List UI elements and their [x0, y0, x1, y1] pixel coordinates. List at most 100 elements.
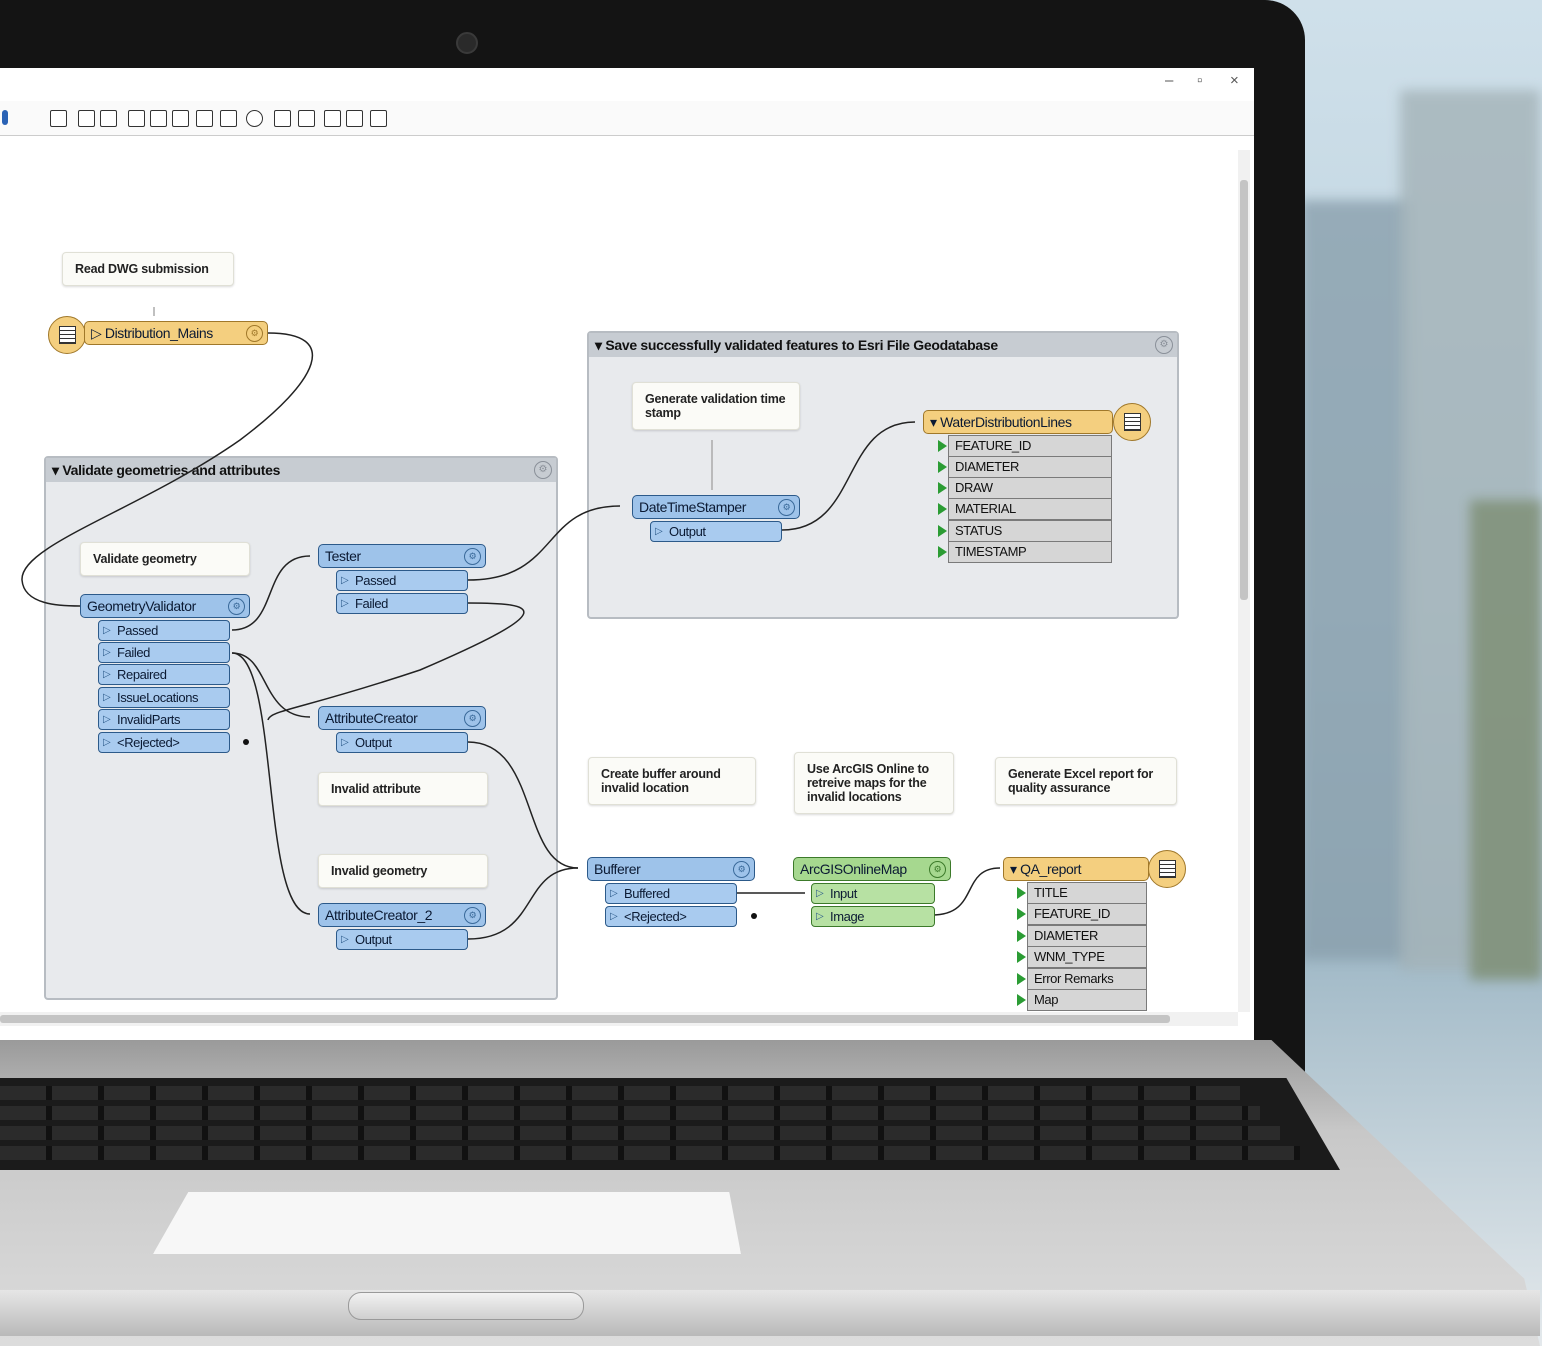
output-port[interactable]: <Rejected> — [98, 732, 230, 753]
gear-icon[interactable]: ⚙ — [778, 499, 795, 516]
gear-icon[interactable]: ⚙ — [464, 710, 481, 727]
minimize-button[interactable]: – — [1165, 72, 1173, 89]
close-button[interactable]: × — [1230, 72, 1239, 89]
writer-attribute[interactable]: FEATURE_ID — [1027, 903, 1147, 925]
horizontal-scrollbar[interactable] — [0, 1012, 1238, 1026]
keyboard — [0, 1078, 1340, 1170]
annotation[interactable]: Invalid attribute — [318, 772, 488, 806]
attribute-input-icon — [938, 503, 947, 515]
transformer-attributecreator-2[interactable]: AttributeCreator_2 ⚙ — [318, 903, 486, 927]
run-icon[interactable] — [2, 110, 8, 125]
writer-qa-report[interactable]: ▾ QA_report — [1003, 857, 1149, 881]
transformer-datetimestamper[interactable]: DateTimeStamper ⚙ — [632, 495, 800, 519]
output-port[interactable]: Output — [336, 929, 468, 950]
attribute-input-icon — [938, 440, 947, 452]
gear-icon[interactable]: ⚙ — [246, 325, 263, 342]
toolbar-tool-icon[interactable] — [78, 110, 95, 127]
gear-icon[interactable]: ⚙ — [929, 861, 946, 878]
gear-icon[interactable]: ⚙ — [228, 598, 245, 615]
attribute-input-icon — [1017, 930, 1026, 942]
toolbar-tool-icon[interactable] — [246, 110, 263, 127]
output-port[interactable]: Repaired — [98, 664, 230, 685]
lid-notch — [348, 1292, 584, 1320]
writer-attribute[interactable]: DIAMETER — [1027, 925, 1147, 947]
transformer-bufferer[interactable]: Bufferer ⚙ — [587, 857, 755, 881]
connection-line[interactable] — [781, 421, 916, 531]
gear-icon[interactable]: ⚙ — [464, 907, 481, 924]
writer-attribute[interactable]: Map — [1027, 989, 1147, 1011]
output-port[interactable]: <Rejected> — [605, 906, 737, 927]
background-building — [1300, 200, 1410, 960]
output-port[interactable]: Failed — [336, 593, 468, 614]
toolbar-tool-icon[interactable] — [150, 110, 167, 127]
writer-attribute[interactable]: TITLE — [1027, 882, 1147, 904]
annotation[interactable]: Create buffer around invalid location — [588, 757, 756, 805]
connection-line[interactable] — [467, 505, 621, 581]
connection-line[interactable] — [267, 602, 525, 721]
toolbar-tool-icon[interactable] — [274, 110, 291, 127]
annotation[interactable]: Validate geometry — [80, 542, 250, 576]
attribute-input-icon — [1017, 994, 1026, 1006]
toolbar-tool-icon[interactable] — [220, 110, 237, 127]
vertical-scrollbar[interactable] — [1238, 150, 1250, 1012]
annotation[interactable]: Generate Excel report for quality assura… — [995, 757, 1177, 805]
annotation[interactable]: Invalid geometry — [318, 854, 488, 888]
writer-icon[interactable] — [1148, 850, 1186, 888]
attribute-input-icon — [938, 525, 947, 537]
toolbar-tool-icon[interactable] — [100, 110, 117, 127]
toolbar-tool-icon[interactable] — [324, 110, 341, 127]
trackpad — [153, 1192, 741, 1254]
toolbar-tool-icon[interactable] — [50, 110, 67, 127]
toolbar-tool-icon[interactable] — [370, 110, 387, 127]
writer-attribute[interactable]: TIMESTAMP — [948, 541, 1112, 563]
annotation[interactable]: Read DWG submission — [62, 252, 234, 286]
toolbar-tool-icon[interactable] — [298, 110, 315, 127]
writer-attribute[interactable]: DIAMETER — [948, 456, 1112, 478]
output-port[interactable]: Output — [650, 521, 782, 542]
attribute-input-icon — [938, 546, 947, 558]
scrollbar-thumb[interactable] — [0, 1015, 1170, 1023]
output-port[interactable]: Image — [811, 906, 935, 927]
output-port[interactable]: InvalidParts — [98, 709, 230, 730]
writer-attribute[interactable]: WNM_TYPE — [1027, 946, 1147, 968]
input-port[interactable]: Input — [811, 883, 935, 904]
output-port[interactable]: IssueLocations — [98, 687, 230, 708]
reader-icon[interactable] — [48, 316, 86, 354]
writer-waterdistributionlines[interactable]: ▾ WaterDistributionLines — [923, 410, 1113, 434]
writer-attribute[interactable]: FEATURE_ID — [948, 435, 1112, 457]
transformer-geometryvalidator[interactable]: GeometryValidator ⚙ — [80, 594, 250, 618]
attribute-input-icon — [938, 482, 947, 494]
writer-attribute[interactable]: Error Remarks — [1027, 968, 1147, 990]
rejected-port-dot — [243, 739, 249, 745]
writer-attribute[interactable]: MATERIAL — [948, 498, 1112, 520]
annotation[interactable]: Use ArcGIS Online to retreive maps for t… — [794, 752, 954, 814]
output-port[interactable]: Output — [336, 732, 468, 753]
reader-distribution-mains[interactable]: ▷ Distribution_Mains ⚙ — [84, 321, 268, 345]
output-port[interactable]: Buffered — [605, 883, 737, 904]
toolbar-tool-icon[interactable] — [172, 110, 189, 127]
toolbar-tool-icon[interactable] — [196, 110, 213, 127]
transformer-attributecreator[interactable]: AttributeCreator ⚙ — [318, 706, 486, 730]
gear-icon[interactable]: ⚙ — [464, 548, 481, 565]
toolbar-tool-icon[interactable] — [128, 110, 145, 127]
attribute-input-icon — [1017, 951, 1026, 963]
attribute-input-icon — [1017, 973, 1026, 985]
workspace-canvas[interactable]: ▾ Validate geometries and attributes ⚙ ▾… — [0, 150, 1238, 1012]
attribute-input-icon — [1017, 887, 1026, 899]
writer-attribute[interactable]: DRAW — [948, 477, 1112, 499]
writer-icon[interactable] — [1113, 403, 1151, 441]
gear-icon[interactable]: ⚙ — [733, 861, 750, 878]
toolbar-tool-icon[interactable] — [346, 110, 363, 127]
output-port[interactable]: Passed — [98, 620, 230, 641]
workbench-window: – ▫ × ▾ Validate geometries and attribut… — [0, 68, 1254, 1043]
scrollbar-thumb[interactable] — [1240, 180, 1248, 600]
transformer-tester[interactable]: Tester ⚙ — [318, 544, 486, 568]
attribute-input-icon — [938, 461, 947, 473]
output-port[interactable]: Passed — [336, 570, 468, 591]
transformer-arcgisonlinemap[interactable]: ArcGISOnlineMap ⚙ — [793, 857, 951, 881]
maximize-button[interactable]: ▫ — [1197, 72, 1202, 89]
attribute-input-icon — [1017, 908, 1026, 920]
writer-attribute[interactable]: STATUS — [948, 520, 1112, 542]
output-port[interactable]: Failed — [98, 642, 230, 663]
annotation[interactable]: Generate validation time stamp — [632, 382, 800, 430]
